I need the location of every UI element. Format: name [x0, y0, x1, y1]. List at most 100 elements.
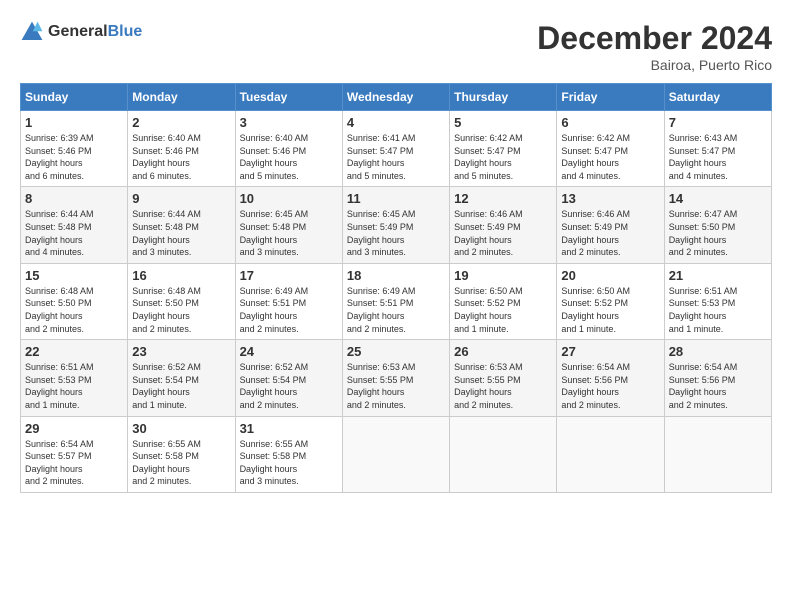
calendar-cell: 6 Sunrise: 6:42 AMSunset: 5:47 PMDaylight…	[557, 111, 664, 187]
weekday-header-sunday: Sunday	[21, 84, 128, 111]
day-number: 15	[25, 268, 123, 283]
day-info: Sunrise: 6:41 AMSunset: 5:47 PMDaylight …	[347, 132, 445, 182]
weekday-header-friday: Friday	[557, 84, 664, 111]
calendar-week-4: 22 Sunrise: 6:51 AMSunset: 5:53 PMDayligh…	[21, 340, 772, 416]
day-info: Sunrise: 6:54 AMSunset: 5:56 PMDaylight …	[561, 361, 659, 411]
day-info: Sunrise: 6:52 AMSunset: 5:54 PMDaylight …	[132, 361, 230, 411]
day-info: Sunrise: 6:48 AMSunset: 5:50 PMDaylight …	[25, 285, 123, 335]
day-info: Sunrise: 6:54 AMSunset: 5:56 PMDaylight …	[669, 361, 767, 411]
day-number: 27	[561, 344, 659, 359]
calendar-cell: 4Sunrise: 6:41 AMSunset: 5:47 PMDaylight…	[342, 111, 449, 187]
calendar-week-2: 8Sunrise: 6:44 AMSunset: 5:48 PMDaylight…	[21, 187, 772, 263]
day-info: Sunrise: 6:42 AMSunset: 5:47 PMDaylight …	[561, 132, 659, 182]
calendar-cell: 30Sunrise: 6:55 AMSunset: 5:58 PMDayligh…	[128, 416, 235, 492]
day-number: 24	[240, 344, 338, 359]
calendar-cell: 26 Sunrise: 6:53 AMSunset: 5:55 PMDayligh…	[450, 340, 557, 416]
calendar-cell: 28 Sunrise: 6:54 AMSunset: 5:56 PMDayligh…	[664, 340, 771, 416]
day-info: Sunrise: 6:44 AMSunset: 5:48 PMDaylight …	[25, 208, 123, 258]
day-number: 13	[561, 191, 659, 206]
calendar-cell: 31 Sunrise: 6:55 AMSunset: 5:58 PMDayligh…	[235, 416, 342, 492]
day-number: 25	[347, 344, 445, 359]
calendar-cell	[664, 416, 771, 492]
day-number: 26	[454, 344, 552, 359]
calendar-body: 1 Sunrise: 6:39 AMSunset: 5:46 PMDaylight…	[21, 111, 772, 493]
day-number: 19	[454, 268, 552, 283]
weekday-header-saturday: Saturday	[664, 84, 771, 111]
day-info: Sunrise: 6:49 AMSunset: 5:51 PMDaylight …	[240, 285, 338, 335]
day-info: Sunrise: 6:55 AMSunset: 5:58 PMDaylight …	[132, 438, 230, 488]
title-area: December 2024 Bairoa, Puerto Rico	[537, 20, 772, 73]
day-info: Sunrise: 6:50 AMSunset: 5:52 PMDaylight …	[454, 285, 552, 335]
day-info: Sunrise: 6:48 AMSunset: 5:50 PMDaylight …	[132, 285, 230, 335]
calendar-cell: 29 Sunrise: 6:54 AMSunset: 5:57 PMDayligh…	[21, 416, 128, 492]
day-info: Sunrise: 6:51 AMSunset: 5:53 PMDaylight …	[25, 361, 123, 411]
day-info: Sunrise: 6:45 AMSunset: 5:48 PMDaylight …	[240, 208, 338, 258]
day-info: Sunrise: 6:46 AMSunset: 5:49 PMDaylight …	[561, 208, 659, 258]
calendar-cell: 8Sunrise: 6:44 AMSunset: 5:48 PMDaylight…	[21, 187, 128, 263]
calendar-cell: 1 Sunrise: 6:39 AMSunset: 5:46 PMDaylight…	[21, 111, 128, 187]
day-number: 1	[25, 115, 123, 130]
day-info: Sunrise: 6:40 AMSunset: 5:46 PMDaylight …	[132, 132, 230, 182]
day-info: Sunrise: 6:44 AMSunset: 5:48 PMDaylight …	[132, 208, 230, 258]
day-info: Sunrise: 6:39 AMSunset: 5:46 PMDaylight …	[25, 132, 123, 182]
calendar-cell: 7 Sunrise: 6:43 AMSunset: 5:47 PMDaylight…	[664, 111, 771, 187]
calendar-cell: 2 Sunrise: 6:40 AMSunset: 5:46 PMDaylight…	[128, 111, 235, 187]
calendar-cell	[450, 416, 557, 492]
day-number: 17	[240, 268, 338, 283]
calendar-cell: 27 Sunrise: 6:54 AMSunset: 5:56 PMDayligh…	[557, 340, 664, 416]
calendar-week-1: 1 Sunrise: 6:39 AMSunset: 5:46 PMDaylight…	[21, 111, 772, 187]
day-number: 28	[669, 344, 767, 359]
day-number: 20	[561, 268, 659, 283]
logo: GeneralBlue	[20, 20, 142, 44]
calendar-cell: 18Sunrise: 6:49 AMSunset: 5:51 PMDayligh…	[342, 263, 449, 339]
day-number: 31	[240, 421, 338, 436]
day-number: 29	[25, 421, 123, 436]
calendar-table: SundayMondayTuesdayWednesdayThursdayFrid…	[20, 83, 772, 493]
day-info: Sunrise: 6:55 AMSunset: 5:58 PMDaylight …	[240, 438, 338, 488]
day-info: Sunrise: 6:45 AMSunset: 5:49 PMDaylight …	[347, 208, 445, 258]
day-number: 23	[132, 344, 230, 359]
day-number: 22	[25, 344, 123, 359]
calendar-cell: 25 Sunrise: 6:53 AMSunset: 5:55 PMDayligh…	[342, 340, 449, 416]
day-number: 6	[561, 115, 659, 130]
weekday-header-tuesday: Tuesday	[235, 84, 342, 111]
day-info: Sunrise: 6:42 AMSunset: 5:47 PMDaylight …	[454, 132, 552, 182]
calendar-cell: 15 Sunrise: 6:48 AMSunset: 5:50 PMDayligh…	[21, 263, 128, 339]
month-title: December 2024	[537, 20, 772, 57]
day-number: 2	[132, 115, 230, 130]
day-info: Sunrise: 6:51 AMSunset: 5:53 PMDaylight …	[669, 285, 767, 335]
logo-general-text: General	[48, 23, 108, 40]
day-number: 21	[669, 268, 767, 283]
calendar-cell: 22 Sunrise: 6:51 AMSunset: 5:53 PMDayligh…	[21, 340, 128, 416]
calendar-cell	[557, 416, 664, 492]
day-info: Sunrise: 6:46 AMSunset: 5:49 PMDaylight …	[454, 208, 552, 258]
logo-blue-text: Blue	[108, 23, 143, 40]
day-info: Sunrise: 6:40 AMSunset: 5:46 PMDaylight …	[240, 132, 338, 182]
day-info: Sunrise: 6:52 AMSunset: 5:54 PMDaylight …	[240, 361, 338, 411]
weekday-header-row: SundayMondayTuesdayWednesdayThursdayFrid…	[21, 84, 772, 111]
calendar-cell: 5 Sunrise: 6:42 AMSunset: 5:47 PMDaylight…	[450, 111, 557, 187]
location-subtitle: Bairoa, Puerto Rico	[537, 57, 772, 73]
calendar-cell: 19 Sunrise: 6:50 AMSunset: 5:52 PMDayligh…	[450, 263, 557, 339]
day-number: 16	[132, 268, 230, 283]
calendar-cell: 3Sunrise: 6:40 AMSunset: 5:46 PMDaylight…	[235, 111, 342, 187]
day-number: 7	[669, 115, 767, 130]
calendar-cell: 14Sunrise: 6:47 AMSunset: 5:50 PMDayligh…	[664, 187, 771, 263]
day-info: Sunrise: 6:53 AMSunset: 5:55 PMDaylight …	[454, 361, 552, 411]
day-number: 12	[454, 191, 552, 206]
calendar-cell: 12 Sunrise: 6:46 AMSunset: 5:49 PMDayligh…	[450, 187, 557, 263]
calendar-cell: 24 Sunrise: 6:52 AMSunset: 5:54 PMDayligh…	[235, 340, 342, 416]
day-number: 9	[132, 191, 230, 206]
day-number: 10	[240, 191, 338, 206]
calendar-week-3: 15 Sunrise: 6:48 AMSunset: 5:50 PMDayligh…	[21, 263, 772, 339]
calendar-cell: 9 Sunrise: 6:44 AMSunset: 5:48 PMDaylight…	[128, 187, 235, 263]
calendar-cell: 23 Sunrise: 6:52 AMSunset: 5:54 PMDayligh…	[128, 340, 235, 416]
day-info: Sunrise: 6:53 AMSunset: 5:55 PMDaylight …	[347, 361, 445, 411]
day-info: Sunrise: 6:43 AMSunset: 5:47 PMDaylight …	[669, 132, 767, 182]
calendar-cell: 16 Sunrise: 6:48 AMSunset: 5:50 PMDayligh…	[128, 263, 235, 339]
calendar-cell: 20Sunrise: 6:50 AMSunset: 5:52 PMDayligh…	[557, 263, 664, 339]
day-info: Sunrise: 6:54 AMSunset: 5:57 PMDaylight …	[25, 438, 123, 488]
calendar-cell	[342, 416, 449, 492]
day-number: 5	[454, 115, 552, 130]
calendar-cell: 17 Sunrise: 6:49 AMSunset: 5:51 PMDayligh…	[235, 263, 342, 339]
